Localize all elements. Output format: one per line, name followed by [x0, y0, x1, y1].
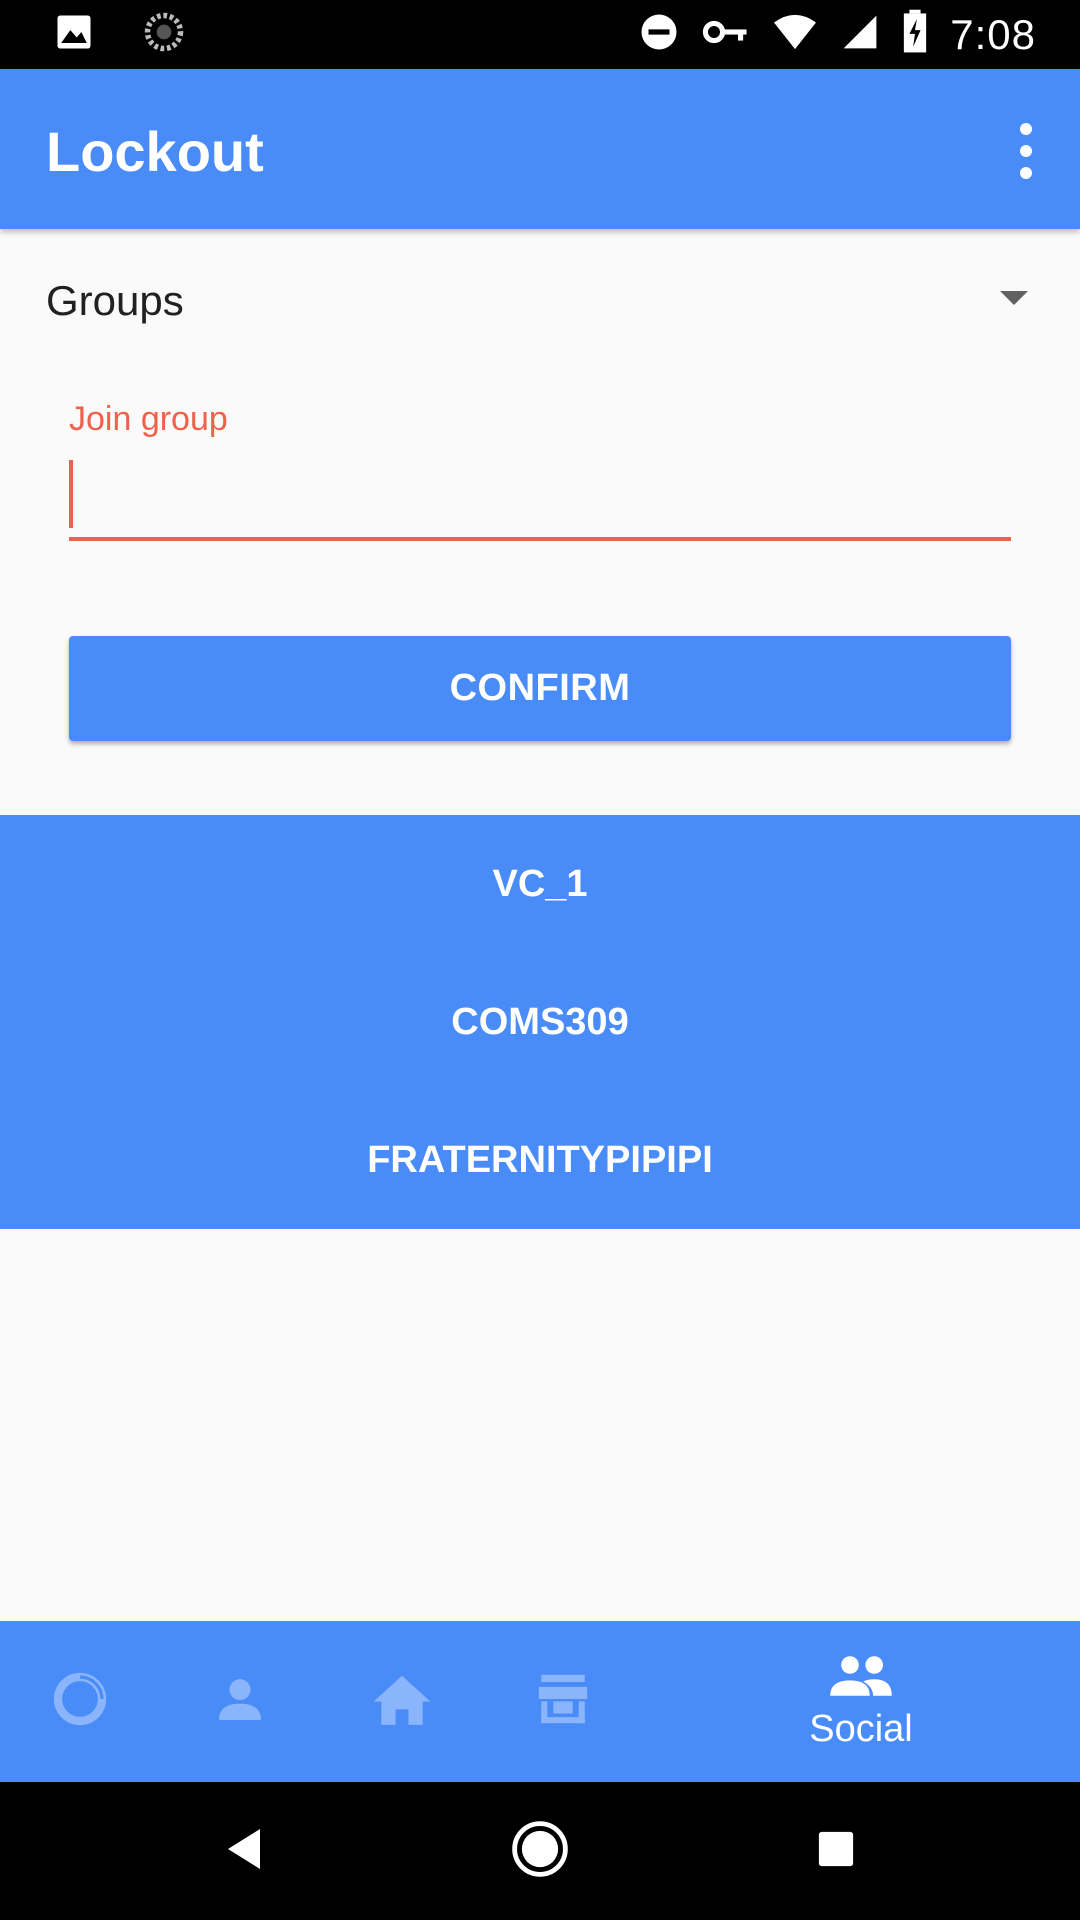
group-list-item[interactable]: VC_1	[0, 815, 1080, 953]
nav-item-progress[interactable]	[30, 1621, 130, 1782]
join-group-input[interactable]	[69, 455, 1011, 541]
status-time: 7:08	[950, 10, 1036, 58]
battery-charging-icon	[902, 9, 928, 60]
cell-signal-icon	[840, 11, 880, 58]
wifi-icon	[772, 11, 818, 58]
dropdown-arrow-icon[interactable]	[1000, 291, 1028, 305]
groups-selector[interactable]: Groups	[0, 229, 1080, 369]
back-triangle-icon	[224, 1827, 264, 1876]
groups-label: Groups	[46, 277, 184, 324]
home-system-button[interactable]	[480, 1782, 600, 1920]
back-button[interactable]	[184, 1782, 304, 1920]
nav-item-store[interactable]	[513, 1621, 613, 1782]
group-list: VC_1 COMS309 FRATERNITYPIPIPI	[0, 815, 1080, 1229]
nav-item-profile[interactable]	[190, 1621, 290, 1782]
vpn-key-icon	[702, 11, 750, 58]
group-list-item[interactable]: FRATERNITYPIPIPI	[0, 1091, 1080, 1229]
app-title: Lockout	[46, 120, 264, 183]
nav-item-label: Social	[809, 1707, 913, 1750]
app-bar: Lockout	[0, 69, 1080, 229]
recents-square-icon	[817, 1830, 855, 1873]
overflow-menu-icon[interactable]	[1014, 123, 1038, 179]
do-not-disturb-icon	[638, 11, 680, 58]
home-icon	[371, 1670, 433, 1733]
nav-item-social[interactable]: Social	[781, 1621, 941, 1782]
person-icon	[212, 1671, 268, 1732]
confirm-button[interactable]: CONFIRM	[69, 636, 1011, 741]
sync-notification-icon	[142, 10, 186, 59]
group-list-item[interactable]: COMS309	[0, 953, 1080, 1091]
people-icon	[828, 1653, 894, 1704]
store-icon	[534, 1671, 592, 1732]
recents-button[interactable]	[776, 1782, 896, 1920]
image-notification-icon	[52, 10, 96, 59]
nav-item-home[interactable]	[352, 1621, 452, 1782]
progress-ring-icon	[49, 1668, 111, 1735]
system-navigation-bar	[0, 1782, 1080, 1920]
status-bar: 7:08	[0, 0, 1080, 69]
join-group-label: Join group	[69, 400, 228, 438]
bottom-navigation: Social	[0, 1621, 1080, 1782]
text-cursor	[69, 460, 73, 528]
home-circle-icon	[511, 1820, 569, 1883]
